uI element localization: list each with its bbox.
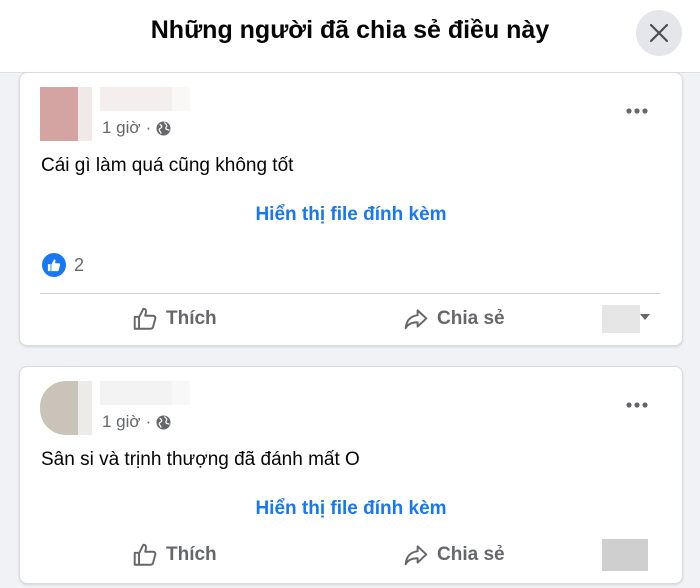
like-label: Thích (166, 544, 217, 565)
dialog-header: Những người đã chia sẻ điều này (0, 0, 700, 73)
share-label: Chia sẻ (437, 544, 505, 565)
globe-icon (156, 414, 171, 430)
action-bar: Thích Chia sẻ (20, 299, 682, 339)
author-name-blurred[interactable] (100, 381, 190, 405)
meta-separator: · (145, 412, 152, 431)
thumbs-up-icon (133, 543, 157, 566)
action-bar: Thích Chia sẻ (20, 535, 682, 575)
share-arrow-icon (404, 309, 428, 330)
audience-selector-blurred[interactable] (602, 539, 648, 571)
avatar[interactable] (40, 87, 92, 141)
post-meta: 1 giờ · (102, 412, 171, 432)
show-attachment-link[interactable]: Hiển thị file đính kèm (20, 498, 682, 520)
more-options-button[interactable] (620, 393, 654, 417)
post-text: Cái gì làm quá cũng không tốt (41, 155, 294, 176)
like-reaction-icon (42, 253, 66, 277)
show-attachment-link[interactable]: Hiển thị file đính kèm (20, 204, 682, 226)
more-icon (626, 402, 648, 408)
globe-icon (156, 120, 171, 136)
author-name-blurred[interactable] (100, 87, 190, 111)
post-time[interactable]: 1 giờ (102, 412, 141, 432)
post-meta: 1 giờ · (102, 118, 171, 138)
post-text: Sân si và trịnh thượng đã đánh mất O (41, 449, 360, 470)
post-time[interactable]: 1 giờ (102, 118, 141, 138)
audience-selector-blurred[interactable] (602, 305, 640, 333)
shared-post: 1 giờ · Sân si và trịnh thượng đã đánh m… (19, 366, 683, 584)
share-button[interactable]: Chia sẻ (403, 535, 505, 575)
more-icon (626, 108, 648, 114)
like-button[interactable]: Thích (132, 299, 217, 339)
divider (40, 293, 660, 294)
chevron-down-icon[interactable] (640, 314, 650, 320)
close-button[interactable] (636, 10, 682, 56)
reaction-count: 2 (74, 254, 85, 275)
more-options-button[interactable] (620, 99, 654, 123)
share-button[interactable]: Chia sẻ (403, 299, 505, 339)
avatar[interactable] (40, 381, 92, 435)
close-icon (649, 23, 669, 43)
thumbs-up-icon (133, 307, 157, 330)
share-label: Chia sẻ (437, 308, 505, 329)
reaction-summary[interactable]: 2 (42, 253, 84, 277)
like-button[interactable]: Thích (132, 535, 217, 575)
like-label: Thích (166, 308, 217, 329)
share-arrow-icon (404, 545, 428, 566)
shared-post: 1 giờ · Cái gì làm quá cũng không tốt Hi… (19, 72, 683, 346)
dialog-title: Những người đã chia sẻ điều này (150, 16, 550, 44)
meta-separator: · (145, 118, 152, 137)
